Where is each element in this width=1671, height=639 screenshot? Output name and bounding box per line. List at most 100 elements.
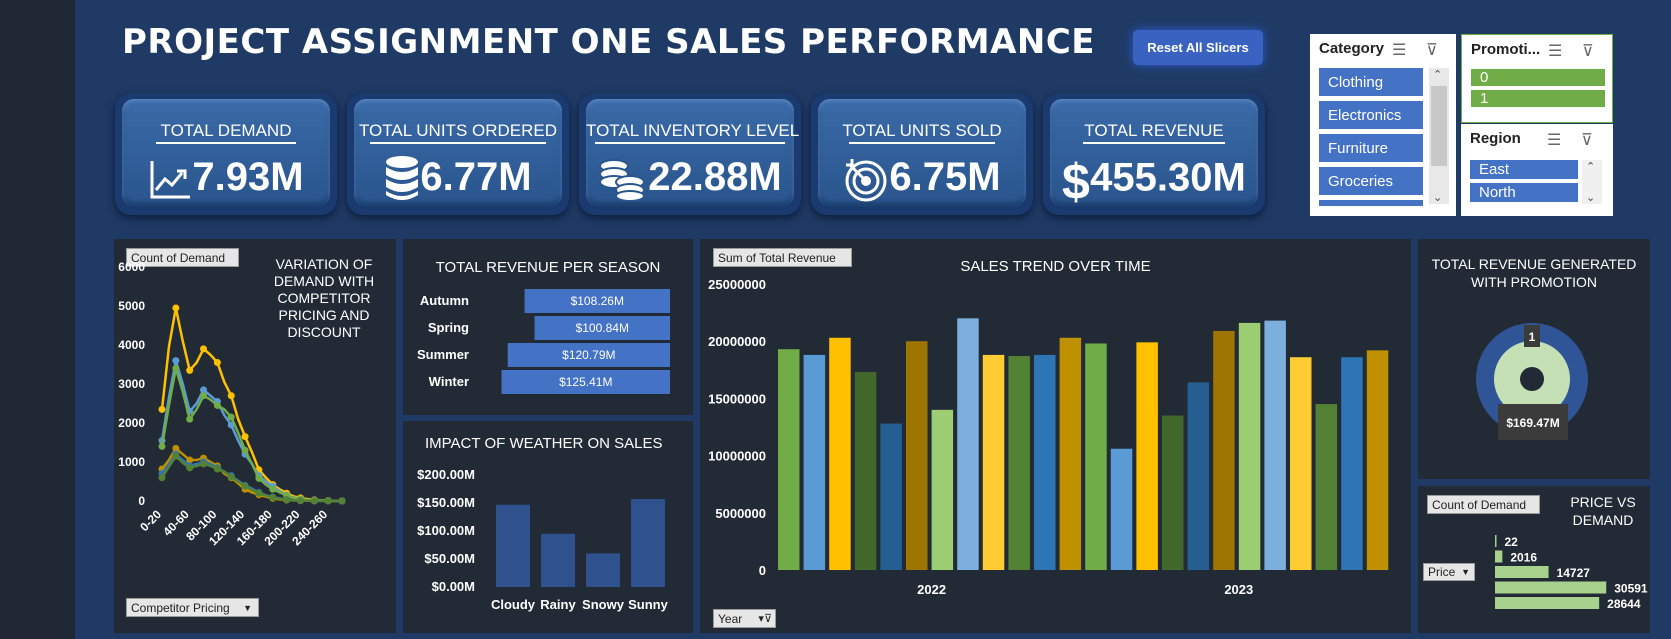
kpi-total-units-sold: TOTAL UNITS SOLD 6.75M — [811, 93, 1033, 215]
kpi-label: TOTAL UNITS SOLD — [842, 121, 1002, 140]
season-bar-chart: Autumn $108.26M Spring $100.84M Summer $120.7… — [417, 289, 670, 394]
y-tick-label: 15000000 — [708, 391, 766, 406]
data-label: 28644 — [1607, 597, 1641, 611]
price-demand-panel: Count of Demand PRICE VS DEMAND Price ▼ 2… — [1418, 486, 1650, 633]
category-label: Summer — [417, 347, 469, 362]
kpi-value: 7.93M — [192, 155, 304, 199]
data-point — [283, 496, 291, 504]
y-tick-label: $200.00M — [417, 467, 475, 482]
data-label: 14727 — [1557, 566, 1591, 580]
y-tick-label: 25000000 — [708, 277, 766, 292]
trend-bar — [1366, 350, 1389, 570]
reset-slicers-button[interactable]: Reset All Slicers — [1133, 30, 1263, 65]
dollar-icon: $ — [1062, 154, 1090, 210]
category-label: Sunny — [628, 597, 668, 612]
year-axis-button[interactable]: Year ▾⊽ — [713, 609, 776, 628]
data-point — [241, 446, 249, 454]
chart-up-icon — [150, 161, 191, 199]
trend-bar — [982, 354, 1005, 570]
category-label: 2023 — [1224, 582, 1253, 597]
price-bar — [1495, 535, 1497, 547]
clear-filter-icon[interactable]: ⊽ — [1581, 130, 1593, 150]
multi-select-icon[interactable]: ☰ — [1548, 41, 1562, 61]
data-point — [172, 304, 180, 312]
data-point — [213, 359, 221, 367]
dashboard-title: PROJECT ASSIGNMENT ONE SALES PERFORMANCE — [122, 22, 1096, 62]
scroll-up-icon[interactable]: ⌃ — [1433, 68, 1442, 81]
y-tick-label: 1000 — [118, 455, 145, 469]
trend-bar — [1008, 356, 1030, 570]
data-point — [338, 497, 346, 505]
weather-bar — [496, 504, 530, 587]
dropdown-arrow-icon[interactable]: ▼ — [243, 603, 252, 613]
data-point — [213, 465, 221, 473]
scroll-up-icon[interactable]: ⌃ — [1586, 160, 1595, 173]
promotion-slicer: Promoti... ☰ ⊽ 0 1 — [1461, 34, 1613, 123]
y-tick-label: 5000000 — [715, 506, 766, 521]
clear-filter-icon[interactable]: ⊽ — [1426, 40, 1438, 60]
data-point — [241, 482, 249, 490]
kpi-label: TOTAL INVENTORY LEVEL — [586, 121, 800, 140]
price-demand-chart: 22 2016 14727 3059128644 — [1495, 535, 1648, 611]
category-label: Rainy — [540, 597, 576, 612]
slicer-scrollbar[interactable]: ⌃ ⌄ — [1582, 160, 1602, 204]
data-point — [158, 442, 166, 450]
filter-icon[interactable]: ▾⊽ — [758, 612, 772, 625]
data-label: $108.26M — [571, 294, 624, 308]
coins-icon — [599, 159, 646, 203]
competitor-pricing-axis-button[interactable]: Competitor Pricing ▼ — [126, 598, 259, 617]
multi-select-icon[interactable]: ☰ — [1392, 40, 1406, 60]
donut-hole — [1520, 367, 1544, 391]
y-tick-label: 3000 — [118, 377, 145, 391]
promotion-donut-chart: 1 $169.47M — [1476, 323, 1588, 440]
slicer-item-electronics[interactable]: Electronics — [1319, 101, 1423, 129]
multi-select-icon[interactable]: ☰ — [1547, 130, 1561, 150]
scroll-down-icon[interactable]: ⌄ — [1433, 191, 1442, 204]
y-tick-label: 6000 — [118, 260, 145, 274]
slicer-item-partial[interactable] — [1319, 200, 1423, 206]
trend-bar — [1059, 337, 1082, 570]
category-label: Autumn — [420, 293, 469, 308]
slicer-item-clothing[interactable]: Clothing — [1319, 68, 1423, 96]
data-point — [227, 413, 235, 421]
kpi-value: 455.30M — [1090, 155, 1246, 200]
category-label: Snowy — [582, 597, 625, 612]
weather-bar — [541, 533, 575, 587]
data-point — [200, 345, 208, 353]
data-point — [269, 493, 277, 501]
trend-bar — [1238, 322, 1261, 570]
data-point — [255, 474, 263, 482]
slicer-scrollbar[interactable]: ⌃ ⌄ — [1429, 68, 1449, 204]
slicer-item-furniture[interactable]: Furniture — [1319, 134, 1423, 162]
slicer-item-north[interactable]: North — [1470, 183, 1578, 202]
y-tick-label: $0.00M — [432, 579, 475, 594]
category-slicer: Category ☰ ⊽ Clothing Electronics Furnit… — [1310, 34, 1456, 216]
data-point — [158, 405, 166, 413]
trend-bar — [829, 337, 851, 570]
trend-bar — [1034, 354, 1056, 570]
weather-bar — [631, 499, 665, 587]
category-label: 2022 — [917, 582, 946, 597]
target-icon — [845, 159, 887, 202]
slicer-item-east[interactable]: East — [1470, 160, 1578, 179]
revenue-season-panel: TOTAL REVENUE PER SEASON Autumn $108.26M S… — [403, 239, 693, 415]
price-bar — [1495, 581, 1607, 594]
slicer-item-groceries[interactable]: Groceries — [1319, 167, 1423, 195]
data-point — [186, 366, 194, 374]
value-label: $169.47M — [1506, 416, 1559, 430]
data-point — [172, 357, 180, 365]
data-point — [186, 415, 194, 423]
trend-bar — [1136, 342, 1158, 570]
slicer-item-1[interactable]: 1 — [1471, 90, 1605, 107]
slicer-item-0[interactable]: 0 — [1471, 69, 1605, 86]
data-point — [241, 433, 249, 441]
kpi-total-units-ordered: TOTAL UNITS ORDERED 6.77M — [347, 93, 569, 215]
scroll-down-icon[interactable]: ⌄ — [1586, 191, 1595, 204]
y-tick-label: 20000000 — [708, 334, 766, 349]
y-tick-label: $50.00M — [424, 551, 475, 566]
trend-bar — [1315, 404, 1338, 570]
kpi-label: TOTAL REVENUE — [1084, 121, 1224, 140]
slice-label: 1 — [1529, 330, 1536, 344]
sales-trend-chart: 0 5000000 10000000 15000000 20000000 25000000… — [708, 277, 1389, 597]
clear-filter-icon[interactable]: ⊽ — [1582, 41, 1594, 61]
